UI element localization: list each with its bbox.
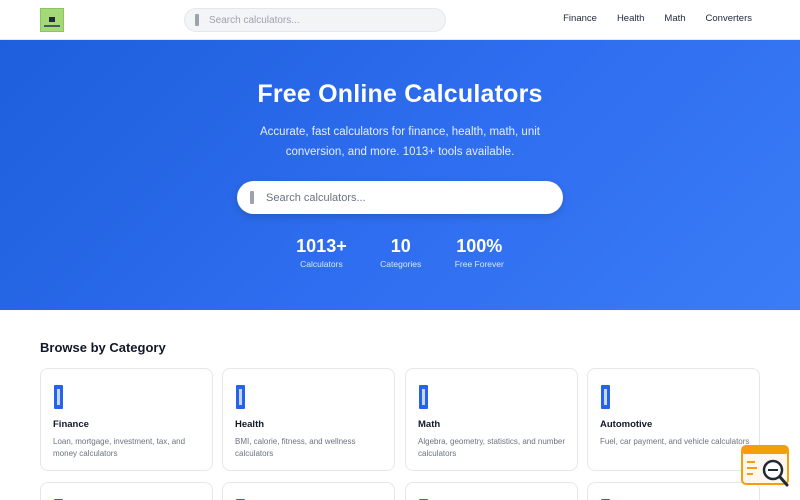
stat-label: Categories	[380, 259, 422, 269]
category-card-math[interactable]: Math Algebra, geometry, statistics, and …	[405, 368, 578, 471]
hero-search-input[interactable]	[266, 189, 556, 206]
category-card[interactable]	[405, 482, 578, 500]
header-search-input[interactable]	[209, 12, 439, 28]
stat-label: Free Forever	[454, 259, 504, 269]
calculator-icon	[236, 385, 245, 409]
stat-categories: 10 Categories	[377, 236, 425, 269]
calculator-logo-icon	[49, 16, 55, 22]
stat-free: 100% Free Forever	[455, 236, 504, 269]
category-name: Automotive	[600, 419, 653, 430]
stat-value: 1013+	[296, 236, 347, 256]
stat-label: Calculators	[300, 259, 343, 269]
nav-link-health[interactable]: Health	[617, 13, 644, 24]
category-card[interactable]	[222, 482, 395, 500]
category-description: Algebra, geometry, statistics, and numbe…	[418, 437, 566, 458]
calculator-icon	[54, 385, 63, 409]
stat-calculators: 1013+ Calculators	[296, 236, 347, 269]
calculator-icon	[419, 385, 428, 409]
nav-link-finance[interactable]: Finance	[563, 13, 597, 24]
site-header: Finance Health Math Converters	[0, 0, 800, 40]
search-chat-widget-icon	[741, 445, 789, 487]
category-card-finance[interactable]: Finance Loan, mortgage, investment, tax,…	[40, 368, 213, 471]
category-card-automotive[interactable]: Automotive Fuel, car payment, and vehicl…	[587, 368, 760, 471]
header-search-box[interactable]	[184, 8, 446, 32]
category-name: Math	[418, 419, 441, 430]
stat-value: 100%	[456, 236, 503, 256]
nav-link-math[interactable]: Math	[664, 13, 685, 24]
search-icon	[195, 14, 199, 26]
hero-title: Free Online Calculators	[257, 80, 543, 108]
hero-stats: 1013+ Calculators 10 Categories 100% Fre…	[0, 236, 800, 269]
category-card-health[interactable]: Health BMI, calorie, fitness, and wellne…	[222, 368, 395, 471]
site-logo[interactable]	[40, 8, 64, 32]
main-nav: Finance Health Math Converters	[563, 13, 752, 24]
calculator-icon	[601, 385, 610, 409]
category-name: Health	[235, 419, 265, 430]
search-icon	[250, 191, 254, 204]
hero-subtitle: Accurate, fast calculators for finance, …	[260, 126, 540, 158]
category-description: BMI, calorie, fitness, and wellness calc…	[235, 437, 356, 458]
category-description: Fuel, car payment, and vehicle calculato…	[600, 437, 750, 446]
nav-link-converters[interactable]: Converters	[706, 13, 752, 24]
stat-value: 10	[390, 236, 411, 256]
category-description: Loan, mortgage, investment, tax, and mon…	[53, 437, 186, 458]
category-card[interactable]	[40, 482, 213, 500]
search-chat-widget[interactable]	[741, 445, 791, 489]
hero-search-box[interactable]	[237, 181, 563, 214]
category-card[interactable]	[587, 482, 760, 500]
category-name: Finance	[53, 419, 89, 430]
section-title: Browse by Category	[40, 340, 166, 355]
hero-section: Free Online Calculators Accurate, fast c…	[0, 40, 800, 310]
